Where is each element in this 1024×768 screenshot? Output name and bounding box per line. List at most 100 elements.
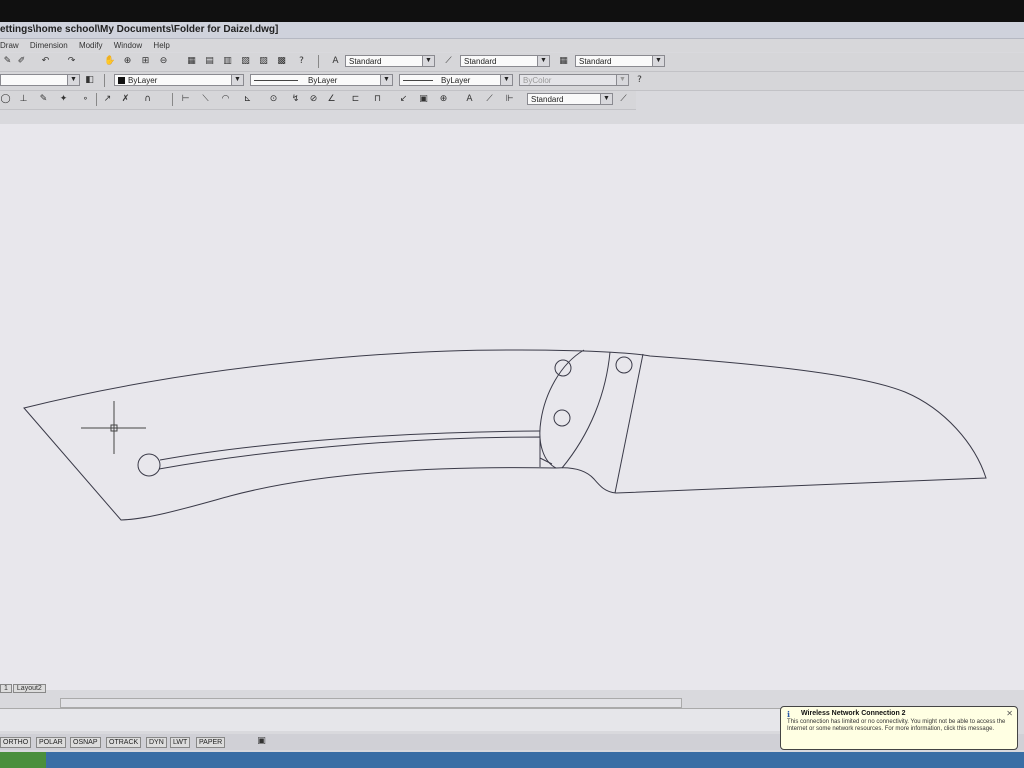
command-line[interactable] xyxy=(0,708,790,731)
notification-body: This connection has limited or no connec… xyxy=(787,719,1006,732)
zoom-window-icon[interactable]: ⊞ xyxy=(140,56,151,67)
redo-icon[interactable]: ↷ xyxy=(66,56,77,67)
notification-title: Wireless Network Connection 2 xyxy=(801,710,906,717)
color-value: ByLayer xyxy=(128,76,158,85)
properties-toolbar: ▼ ◧ ByLayer ▼ ByLayer ▼ ByLayer ▼ ByColo… xyxy=(0,72,1024,91)
arc-length-icon[interactable]: ◠ xyxy=(220,94,231,105)
text-style-select[interactable]: Standard ▼ xyxy=(345,55,435,67)
aligned-dimension-icon[interactable]: ⟍ xyxy=(200,94,211,105)
dim-style-control[interactable]: Standard ▼ xyxy=(527,93,613,105)
snap-icon[interactable]: ✦ xyxy=(58,94,69,105)
snap-from-icon[interactable]: ↗ xyxy=(102,94,113,105)
lineweight-select[interactable]: ByLayer ▼ xyxy=(399,74,513,86)
linetype-select[interactable]: ByLayer ▼ xyxy=(250,74,393,86)
table-style-select[interactable]: Standard ▼ xyxy=(575,55,665,67)
radius-icon[interactable]: ⊙ xyxy=(268,94,279,105)
dim-style-icon[interactable]: ⟋ xyxy=(443,56,454,67)
baseline-icon[interactable]: ⊏ xyxy=(350,94,361,105)
leader-icon[interactable]: ↙ xyxy=(398,94,409,105)
lanyard-hole xyxy=(137,453,161,477)
jogged-icon[interactable]: ↯ xyxy=(290,94,301,105)
properties-icon[interactable]: ▦ xyxy=(186,56,197,67)
markup-icon[interactable]: ▨ xyxy=(258,56,269,67)
dyn-button[interactable]: DYN xyxy=(146,737,167,748)
drawing-canvas[interactable] xyxy=(0,124,1024,690)
menu-window[interactable]: Window xyxy=(114,41,142,50)
taskbar xyxy=(0,752,1024,768)
chevron-down-icon: ▼ xyxy=(500,75,512,85)
ordinate-icon[interactable]: ⊾ xyxy=(242,94,253,105)
standard-toolbar: ✎ ✐ ↶ ↷ ✋ ⊕ ⊞ ⊖ ▦ ▤ ▥ ▧ ▨ ▩ ? A Standard… xyxy=(0,53,1024,72)
polar-button[interactable]: POLAR xyxy=(36,737,66,748)
communication-icon[interactable]: ▣ xyxy=(256,736,267,747)
table-style-icon[interactable]: ▦ xyxy=(558,56,569,67)
tab-layout1[interactable]: 1 xyxy=(0,684,12,693)
design-center-icon[interactable]: ▤ xyxy=(204,56,215,67)
zoom-realtime-icon[interactable]: ⊕ xyxy=(122,56,133,67)
calculator-icon[interactable]: ▩ xyxy=(276,56,287,67)
menu-help[interactable]: Help xyxy=(153,41,169,50)
chevron-down-icon: ▼ xyxy=(422,56,434,66)
tool-palettes-icon[interactable]: ▥ xyxy=(222,56,233,67)
help-icon[interactable]: ? xyxy=(634,75,645,86)
sheet-set-icon[interactable]: ▧ xyxy=(240,56,251,67)
autocad-window: ettings\home school\My Documents\Folder … xyxy=(0,22,1024,768)
pencil-icon[interactable]: ✎ xyxy=(2,56,13,67)
pan-icon[interactable]: ✋ xyxy=(104,56,115,67)
dim-style-select[interactable]: Standard ▼ xyxy=(460,55,550,67)
network-notification[interactable]: ℹ ✕ Wireless Network Connection 2 This c… xyxy=(780,706,1018,750)
snap-none-icon[interactable]: ∘ xyxy=(80,94,91,105)
dim-update-icon[interactable]: ⊩ xyxy=(504,94,515,105)
liner-slot xyxy=(158,430,541,470)
zoom-previous-icon[interactable]: ⊖ xyxy=(158,56,169,67)
text-style-value: Standard xyxy=(349,57,382,66)
tab-layout2[interactable]: Layout2 xyxy=(12,684,46,693)
brush-icon[interactable]: ✐ xyxy=(16,56,27,67)
layer-previous-icon[interactable]: ◧ xyxy=(84,75,95,86)
ortho-button[interactable]: ORTHO xyxy=(0,737,32,748)
horizontal-scrollbar[interactable] xyxy=(60,698,682,708)
close-icon[interactable]: ✕ xyxy=(1006,709,1013,718)
diameter-icon[interactable]: ⊘ xyxy=(308,94,319,105)
title-bar: ettings\home school\My Documents\Folder … xyxy=(0,22,1024,39)
lwt-button[interactable]: LWT xyxy=(170,737,191,748)
linear-dimension-icon[interactable]: ⊢ xyxy=(180,94,191,105)
continue-icon[interactable]: ⊓ xyxy=(372,94,383,105)
perpendicular-icon[interactable]: ⊥ xyxy=(18,94,29,105)
dim-style-control-value: Standard xyxy=(531,95,564,104)
circle-icon[interactable]: ◯ xyxy=(0,94,11,105)
menu-dimension[interactable]: Dimension xyxy=(30,41,68,50)
plot-style-value: ByColor xyxy=(523,76,552,85)
chevron-down-icon: ▼ xyxy=(67,75,79,85)
color-select[interactable]: ByLayer ▼ xyxy=(114,74,244,86)
plot-style-select[interactable]: ByColor ▼ xyxy=(519,74,629,86)
dim-style-value: Standard xyxy=(464,57,497,66)
undo-icon[interactable]: ↶ xyxy=(40,56,51,67)
otrack-button[interactable]: OTRACK xyxy=(106,737,142,748)
knife-drawing xyxy=(23,349,987,521)
paper-button[interactable]: PAPER xyxy=(196,737,226,748)
dim-edit-icon[interactable]: A xyxy=(464,94,475,105)
menu-modify[interactable]: Modify xyxy=(79,41,103,50)
bolster-line-left xyxy=(561,351,611,469)
center-mark-icon[interactable]: ⊕ xyxy=(438,94,449,105)
pencil-icon[interactable]: ✎ xyxy=(38,94,49,105)
lineweight-preview xyxy=(403,80,433,82)
help-icon[interactable]: ? xyxy=(296,56,307,67)
magnet-icon[interactable]: ∩ xyxy=(142,94,153,105)
chevron-down-icon: ▼ xyxy=(537,56,549,66)
chevron-down-icon: ▼ xyxy=(231,75,243,85)
tolerance-icon[interactable]: ▣ xyxy=(418,94,429,105)
knife-outline xyxy=(23,349,987,521)
bolster-line-right xyxy=(614,353,644,494)
osnap-button[interactable]: OSNAP xyxy=(70,737,101,748)
toolbar-separator xyxy=(104,74,105,87)
angular-icon[interactable]: ∠ xyxy=(326,94,337,105)
start-button[interactable] xyxy=(0,752,46,768)
layer-select[interactable]: ▼ xyxy=(0,74,80,86)
text-style-icon[interactable]: A xyxy=(330,56,341,67)
snap-settings-icon[interactable]: ✗ xyxy=(120,94,131,105)
dim-style-icon[interactable]: ⟋ xyxy=(618,94,629,105)
dim-text-edit-icon[interactable]: ⟋ xyxy=(484,94,495,105)
menu-draw[interactable]: Draw xyxy=(0,41,19,50)
